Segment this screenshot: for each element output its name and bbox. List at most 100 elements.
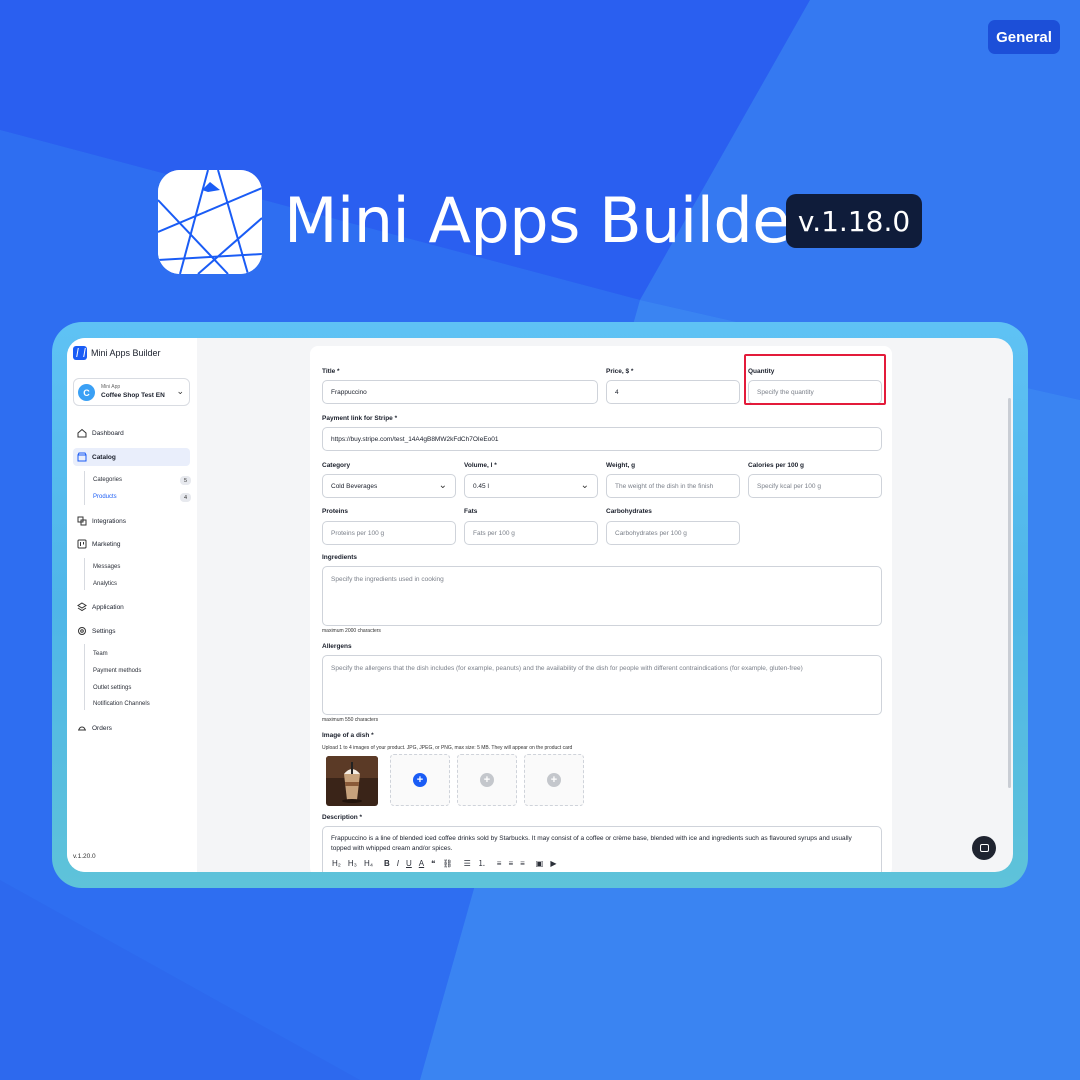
sidebar-item-dashboard[interactable]: Dashboard — [77, 428, 124, 438]
volume-select[interactable]: 0.45 l ⌄ — [464, 474, 598, 498]
sidebar-item-analytics[interactable]: Analytics — [93, 581, 117, 587]
app-screen: Mini Apps Builder C Mini App Coffee Shop… — [67, 338, 1013, 872]
chevron-down-icon: ⌄ — [580, 480, 589, 491]
sidebar-item-application[interactable]: Application — [77, 602, 124, 612]
sidebar-item-notification-channels[interactable]: Notification Channels — [93, 701, 150, 707]
plus-icon: + — [547, 773, 561, 787]
stripe-label: Payment link for Stripe * — [322, 415, 398, 422]
heading2-button[interactable]: H₂ — [332, 859, 341, 868]
sidebar-brand[interactable]: Mini Apps Builder — [73, 346, 161, 360]
gear-icon — [78, 627, 86, 635]
fats-label: Fats — [464, 508, 478, 515]
general-badge: General — [988, 20, 1060, 54]
version-badge: v.1.18.0 — [786, 194, 922, 248]
volume-value: 0.45 l — [473, 482, 489, 490]
products-count-badge: 4 — [180, 493, 191, 502]
support-chat-button[interactable] — [972, 836, 996, 860]
page-scrollbar[interactable] — [1008, 398, 1011, 788]
text-color-button[interactable]: A — [419, 859, 424, 868]
sidebar-brand-name: Mini Apps Builder — [91, 348, 161, 358]
product-image-thumbnail[interactable] — [326, 756, 378, 806]
ingredients-label: Ingredients — [322, 554, 358, 561]
ingredients-hint: maximum 2000 characters — [322, 628, 381, 634]
numbered-list-icon[interactable]: ⒈ — [478, 858, 486, 869]
sidebar-item-team[interactable]: Team — [93, 651, 108, 657]
plus-icon: + — [480, 773, 494, 787]
marketing-icon — [77, 539, 87, 549]
sidebar-item-products[interactable]: Products — [93, 494, 117, 500]
weight-label: Weight, g — [606, 462, 636, 469]
integrations-icon — [77, 516, 87, 526]
upload-image-slot[interactable]: + — [390, 754, 450, 806]
price-label: Price, $ * — [606, 368, 634, 375]
title-input[interactable]: Frappuccino — [322, 380, 598, 404]
weight-input[interactable]: The weight of the dish in the finish — [606, 474, 740, 498]
sidebar-item-marketing[interactable]: Marketing — [77, 539, 121, 549]
sidebar-item-outlet-settings[interactable]: Outlet settings — [93, 685, 131, 691]
sidebar-item-label: Dashboard — [92, 429, 124, 437]
allergens-textarea[interactable]: Specify the allergens that the dish incl… — [322, 655, 882, 715]
app-version: v.1.20.0 — [73, 853, 96, 860]
app-kicker: Mini App — [101, 384, 121, 390]
sidebar-item-settings[interactable]: Settings — [77, 626, 116, 636]
logo-mark-icon — [158, 170, 262, 274]
sidebar-item-label: Integrations — [92, 517, 126, 525]
stripe-link-input[interactable]: https://buy.stripe.com/test_14A4gB8MW2kF… — [322, 427, 882, 451]
bullet-list-icon[interactable]: ☰ — [464, 859, 471, 868]
image-slot-disabled: + — [524, 754, 584, 806]
carbs-input[interactable]: Carbohydrates per 100 g — [606, 521, 740, 545]
category-select[interactable]: Cold Beverages ⌄ — [322, 474, 456, 498]
categories-count-badge: 5 — [180, 476, 191, 485]
sidebar-item-orders[interactable]: Orders — [77, 723, 112, 733]
carbs-label: Carbohydrates — [606, 508, 652, 515]
sidebar-item-categories[interactable]: Categories — [93, 477, 122, 483]
quantity-highlight — [744, 354, 886, 405]
sidebar-item-integrations[interactable]: Integrations — [77, 516, 126, 526]
sidebar-item-label: Catalog — [92, 453, 116, 461]
orders-icon — [78, 726, 86, 731]
fats-input[interactable]: Fats per 100 g — [464, 521, 598, 545]
chat-icon — [979, 844, 989, 852]
proteins-input[interactable]: Proteins per 100 g — [322, 521, 456, 545]
underline-button[interactable]: U — [406, 859, 412, 868]
sidebar-item-payment-methods[interactable]: Payment methods — [93, 668, 141, 674]
sidebar-item-catalog[interactable]: Catalog — [73, 448, 190, 466]
tree-line — [84, 644, 85, 710]
volume-label: Volume, l * — [464, 462, 497, 469]
price-input[interactable]: 4 — [606, 380, 740, 404]
product-form: Title * Frappuccino Price, $ * 4 Quantit… — [310, 346, 892, 872]
italic-button[interactable]: I — [397, 859, 399, 868]
ingredients-textarea[interactable]: Specify the ingredients used in cooking — [322, 566, 882, 626]
align-right-icon[interactable]: ≡ — [520, 859, 525, 868]
heading4-button[interactable]: H₄ — [364, 859, 373, 868]
hero-title: Mini Apps Builder — [284, 184, 815, 257]
insert-video-icon[interactable]: ▶ — [550, 859, 556, 868]
title-label: Title * — [322, 368, 340, 375]
chevron-down-icon: ⌄ — [176, 386, 184, 396]
allergens-label: Allergens — [322, 643, 352, 650]
bold-button[interactable]: B — [384, 859, 390, 868]
proteins-label: Proteins — [322, 508, 349, 515]
home-icon — [77, 428, 87, 438]
align-center-icon[interactable]: ≡ — [508, 859, 513, 868]
app-name: Coffee Shop Test EN — [101, 392, 165, 399]
app-logo-icon — [158, 170, 262, 274]
sidebar-item-messages[interactable]: Messages — [93, 564, 120, 570]
description-label: Description * — [322, 814, 363, 821]
app-avatar: C — [78, 384, 95, 401]
link-icon[interactable]: ⛓ — [442, 859, 452, 868]
brand-logo-icon — [73, 346, 87, 360]
chevron-down-icon: ⌄ — [438, 480, 447, 491]
app-switcher[interactable]: C Mini App Coffee Shop Test EN ⌄ — [73, 378, 190, 406]
allergens-hint: maximum 550 characters — [322, 717, 379, 723]
sidebar: Mini Apps Builder C Mini App Coffee Shop… — [67, 338, 197, 872]
sidebar-item-label: Orders — [92, 724, 112, 732]
image-hint: Upload 1 to 4 images of your product. JP… — [322, 745, 573, 751]
quote-icon[interactable]: ❝ — [431, 859, 435, 868]
insert-image-icon[interactable]: ▣ — [536, 859, 544, 868]
heading3-button[interactable]: H₃ — [348, 859, 357, 868]
align-left-icon[interactable]: ≡ — [497, 859, 502, 868]
calories-input[interactable]: Specify kcal per 100 g — [748, 474, 882, 498]
sidebar-item-label: Marketing — [92, 540, 121, 548]
layers-icon — [77, 602, 87, 612]
